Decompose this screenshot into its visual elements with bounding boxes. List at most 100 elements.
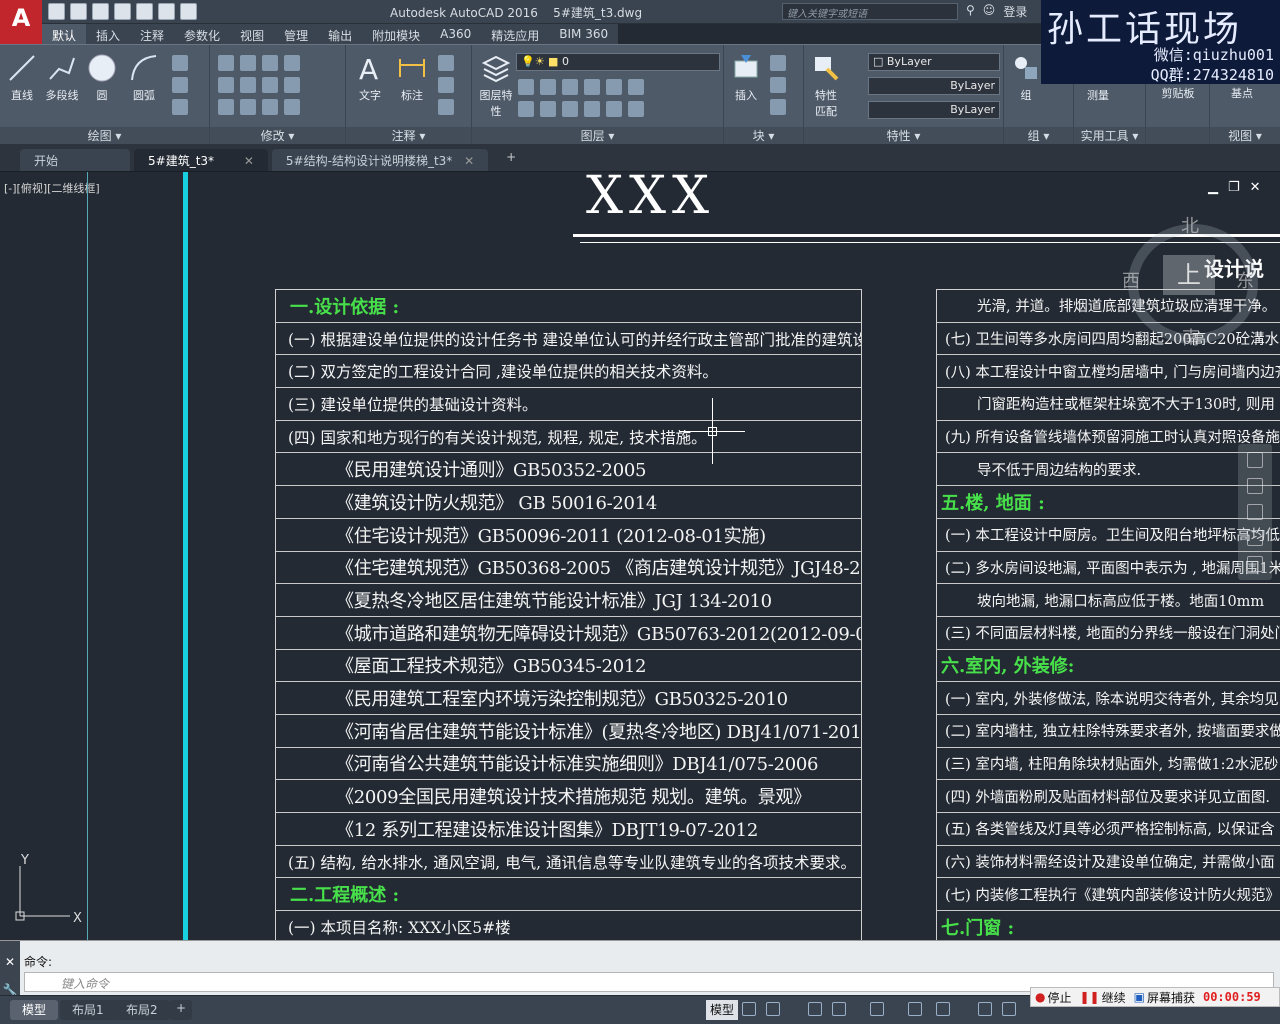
layout-tab-2[interactable]: 布局2 [114,1000,170,1020]
polyline-button[interactable]: 多段线 [42,53,82,103]
model-space-button[interactable]: 模型 [706,1000,739,1020]
screen-capture-icon[interactable]: ▣ [1134,990,1145,1004]
view-panel-title[interactable]: 视图 ▾ [1210,127,1280,145]
move-icon[interactable] [218,55,234,71]
viewport-controls[interactable]: [-][俯视][二维线框] [4,180,100,196]
undo-icon[interactable] [158,3,175,20]
new-file-icon[interactable] [48,3,65,20]
copy-icon[interactable] [218,77,234,93]
tab-output[interactable]: 输出 [318,24,362,44]
match-properties-button[interactable]: 特性 匹配 [806,53,846,119]
line-button[interactable]: 直线 [2,53,42,103]
screen-capture-button[interactable]: 屏幕捕获 [1147,989,1195,1006]
snap-icon[interactable] [766,1002,780,1016]
drawing-canvas[interactable]: [-][俯视][二维线框] XXX 设计说 一.设计依据 : (一) 根据建设单位… [0,172,1280,940]
auto-scale-icon[interactable] [1002,1002,1016,1016]
orbit-icon[interactable] [1247,530,1263,546]
layer-on-icon[interactable] [518,101,534,117]
attribute-icon[interactable] [770,99,786,115]
insert-block-button[interactable]: 插入 [726,53,766,103]
resume-button[interactable]: 继续 [1102,989,1126,1006]
annotation-visibility-icon[interactable] [978,1002,992,1016]
layer-unisolate-icon[interactable] [540,101,556,117]
osnap-icon[interactable] [870,1002,884,1016]
doc-tab-building[interactable]: 5#建筑_t3* ✕ [134,149,268,171]
color-dropdown[interactable]: □ ByLayer [868,53,1000,71]
sign-in-link[interactable]: 登录 [1003,3,1027,20]
close-icon[interactable]: ✕ [1250,180,1261,195]
layer-lock-icon[interactable] [584,79,600,95]
save-icon[interactable] [92,3,109,20]
showmotion-icon[interactable] [1247,556,1263,572]
pause-icon[interactable]: ❚❚ [1080,990,1100,1004]
close-icon[interactable]: ✕ [244,154,254,168]
create-block-icon[interactable] [770,55,786,71]
layer-freeze-icon[interactable] [562,79,578,95]
restore-icon[interactable]: ❐ [1228,180,1240,195]
layer-off-icon[interactable] [518,79,534,95]
modify-panel-title[interactable]: 修改 ▾ [210,127,345,145]
user-icon[interactable]: ☺ [983,3,996,20]
tab-a360[interactable]: A360 [430,24,481,44]
tab-default[interactable]: 默认 [42,24,87,44]
stop-icon[interactable]: ● [1035,990,1045,1004]
tab-view[interactable]: 视图 [230,24,274,44]
polar-icon[interactable] [832,1002,846,1016]
pan-icon[interactable] [1247,478,1263,494]
layer-properties-button[interactable]: 图层特性 [476,53,516,119]
steering-wheel-icon[interactable] [1247,452,1263,468]
hatch-icon[interactable] [172,77,188,93]
grid-icon[interactable] [742,1002,756,1016]
ortho-icon[interactable] [808,1002,822,1016]
open-file-icon[interactable] [70,3,87,20]
table-grid-icon[interactable] [438,99,454,115]
leader-icon[interactable] [438,55,454,71]
groups-panel-title[interactable]: 组 ▾ [1004,127,1073,145]
block-panel-title[interactable]: 块 ▾ [724,127,803,145]
fillet-icon[interactable] [262,77,278,93]
redo-icon[interactable] [180,3,197,20]
trim-icon[interactable] [262,55,278,71]
help-search-input[interactable]: 键入关键字或短语 [782,3,958,20]
application-menu-button[interactable]: A [0,0,42,44]
layers-panel-title[interactable]: 图层 ▾ [472,127,723,145]
erase-icon[interactable] [284,55,300,71]
dimension-button[interactable]: 标注 [392,53,432,103]
compass-east[interactable]: 东 [1236,267,1254,293]
draw-panel-title[interactable]: 绘图 ▾ [0,127,209,145]
rectangle-icon[interactable] [172,55,188,71]
tab-parametric[interactable]: 参数化 [174,24,230,44]
table-icon[interactable] [438,77,454,93]
tab-featured-apps[interactable]: 精选应用 [481,24,549,44]
lineweight-toggle-icon[interactable] [936,1002,950,1016]
new-tab-icon[interactable]: + [500,150,522,168]
annotation-panel-title[interactable]: 注释 ▾ [346,127,471,145]
tab-annotate[interactable]: 注释 [130,24,174,44]
stop-button[interactable]: 停止 [1047,989,1071,1006]
layer-isolate-icon[interactable] [540,79,556,95]
mirror-icon[interactable] [240,77,256,93]
offset-icon[interactable] [284,99,300,115]
command-line-close-icon[interactable]: ✕ 🔧 [0,941,20,997]
add-layout-icon[interactable]: + [170,1000,193,1020]
clipboard-button[interactable]: 剪贴板 [1158,85,1198,101]
tab-addins[interactable]: 附加模块 [362,24,430,44]
edit-block-icon[interactable] [770,77,786,93]
clipboard-panel-title[interactable] [1146,127,1209,145]
circle-button[interactable]: 圆 [82,53,122,103]
viewcube[interactable]: 上 北 南 西 东 [1118,212,1268,352]
close-icon[interactable]: ✕ [464,154,474,168]
binoculars-icon[interactable]: ⚲ [966,3,975,20]
save-as-icon[interactable] [114,3,131,20]
layer-unlock-icon[interactable] [584,101,600,117]
scale-icon[interactable] [240,99,256,115]
ellipse-icon[interactable] [172,99,188,115]
compass-south[interactable]: 南 [1182,324,1200,350]
layout-tab-1[interactable]: 布局1 [60,1000,116,1020]
compass-west[interactable]: 西 [1122,267,1140,293]
doc-tab-start[interactable]: 开始 [20,149,130,171]
explode-icon[interactable] [284,77,300,93]
group-button[interactable]: 组 [1006,53,1046,103]
layer-current-icon[interactable] [606,101,622,117]
arc-button[interactable]: 圆弧 [124,53,164,103]
